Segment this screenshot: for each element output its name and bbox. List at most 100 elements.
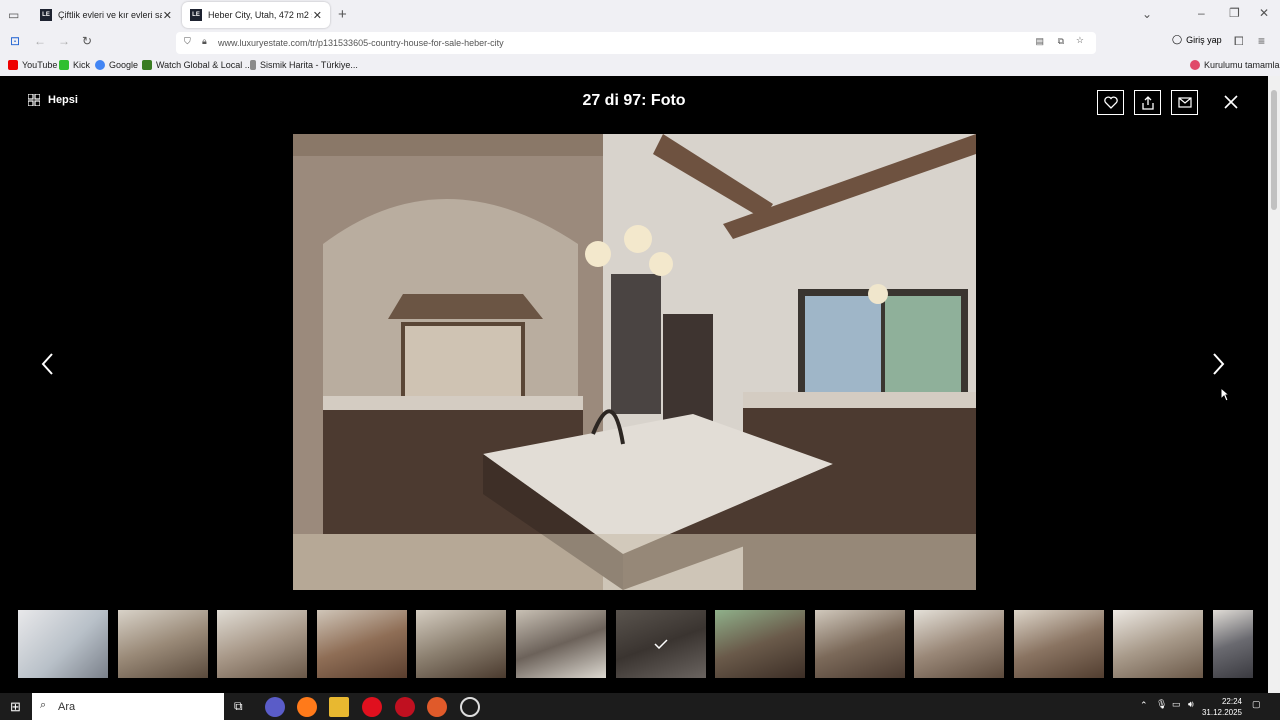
chevron-up-icon[interactable]: ⌃ [1140, 700, 1148, 711]
microphone-icon[interactable]: 🎙︎ [1156, 699, 1167, 710]
tab-strip: ▭ LE Çiftlik evleri ve kır evleri satılı… [0, 0, 1280, 30]
extensions-icon[interactable]: ⧠ [1234, 34, 1244, 49]
bookmark-sismik-harita[interactable]: Sismik Harita - Türkiye... [250, 60, 358, 70]
notifications-icon[interactable]: ▢ [1252, 699, 1261, 710]
site-favicon: LE [40, 9, 52, 21]
thumbnail[interactable] [118, 610, 208, 678]
new-tab-icon[interactable]: + [338, 6, 347, 23]
url-text: www.luxuryestate.com/tr/p131533605-count… [218, 38, 504, 48]
taskbar-search[interactable]: ⌕ Ara [32, 693, 224, 720]
chevron-left-icon [41, 353, 53, 375]
thumbnail[interactable] [1113, 610, 1203, 678]
thumbnail[interactable] [18, 610, 108, 678]
photo-viewer: Hepsi 27 di 97: Foto [0, 76, 1268, 693]
next-photo-button[interactable] [1212, 351, 1226, 383]
chevron-down-icon[interactable]: ⌄ [1142, 7, 1152, 21]
copilot-app-icon[interactable] [265, 697, 285, 717]
lock-icon[interactable]: 🔒︎ [202, 36, 207, 47]
minimize-icon[interactable]: – [1198, 6, 1205, 20]
heart-icon [1103, 96, 1118, 109]
close-tab-icon[interactable]: ✕ [163, 9, 172, 22]
thumbnail[interactable] [815, 610, 905, 678]
file-explorer-icon[interactable] [329, 697, 349, 717]
bookmark-label: Kick [73, 60, 91, 70]
system-clock[interactable]: 22:24 31.12.2025 [1202, 696, 1242, 718]
share-button[interactable] [1134, 90, 1161, 115]
opera-app-icon[interactable] [362, 697, 382, 717]
tab-label: Çiftlik evleri ve kır evleri satılık - L… [58, 10, 162, 20]
tab-list-icon[interactable]: ▭ [8, 8, 19, 22]
steam-app-icon[interactable] [460, 697, 480, 717]
bookmark-youtube[interactable]: YouTube [8, 60, 57, 70]
page-scrollbar[interactable] [1268, 76, 1280, 693]
window-close-icon[interactable]: ✕ [1259, 6, 1269, 20]
maximize-icon[interactable]: ❐ [1229, 6, 1240, 20]
checkmark-icon [654, 639, 668, 649]
youtube-icon [8, 60, 18, 70]
mouse-cursor-icon [1220, 387, 1230, 402]
bookmark-google[interactable]: Google [95, 60, 138, 70]
favorite-button[interactable] [1097, 90, 1124, 115]
url-bar[interactable]: ⛉ 🔒︎ www.luxuryestate.com/tr/p131533605-… [176, 32, 1096, 54]
thumbnail[interactable] [1014, 610, 1104, 678]
bookmark-complete-setup[interactable]: Kurulumu tamamla [1190, 60, 1280, 70]
bookmark-label: Kurulumu tamamla [1204, 60, 1280, 70]
forward-icon[interactable]: → [58, 34, 70, 48]
task-view-icon[interactable]: ⧉ [234, 699, 243, 714]
tab-listing[interactable]: LE Çiftlik evleri ve kır evleri satılık … [32, 2, 180, 28]
tv-icon [142, 60, 152, 70]
reader-mode-icon[interactable]: ▤ [1035, 36, 1044, 47]
thumbnail[interactable] [516, 610, 606, 678]
reload-icon[interactable]: ↻ [82, 34, 92, 48]
previous-photo-button[interactable] [40, 351, 54, 383]
nav-bar: ⊡ ← → ↻ ⛉ 🔒︎ www.luxuryestate.com/tr/p13… [0, 30, 1280, 56]
search-placeholder: Ara [58, 700, 76, 713]
tab-heber-city[interactable]: LE Heber City, Utah, 472 m2 satılık k...… [182, 2, 330, 28]
bookmark-label: Google [109, 60, 139, 70]
email-button[interactable] [1171, 90, 1198, 115]
windows-start-icon[interactable]: ⊞ [10, 699, 21, 715]
bookmarks-bar: YouTube Kick Google Watch Global & Local… [0, 56, 1280, 76]
network-icon[interactable]: ▭ [1172, 699, 1181, 710]
kitchen-photo-image [293, 134, 976, 590]
scrollbar-thumb[interactable] [1271, 90, 1277, 210]
thumbnail[interactable] [1213, 610, 1253, 678]
main-photo [293, 134, 976, 590]
close-tab-icon[interactable]: ✕ [313, 9, 322, 22]
bookmark-star-icon[interactable]: ☆ [1076, 35, 1084, 46]
firefox-dev-app-icon[interactable] [427, 697, 447, 717]
bookmark-label: Watch Global & Local ... [156, 60, 253, 70]
thumbnail-strip[interactable] [18, 610, 1258, 678]
account-button[interactable]: ◯ Giriş yap [1172, 34, 1222, 45]
sidebar-icon[interactable]: ⊡ [10, 34, 20, 48]
menu-icon[interactable]: ≡ [1258, 34, 1265, 48]
thumbnail[interactable] [914, 610, 1004, 678]
thumbnail[interactable] [715, 610, 805, 678]
kick-icon [59, 60, 69, 70]
close-viewer-button[interactable] [1224, 92, 1238, 115]
browser-chrome: ▭ LE Çiftlik evleri ve kır evleri satılı… [0, 0, 1280, 76]
shield-icon[interactable]: ⛉ [184, 36, 191, 47]
volume-icon[interactable]: 🔊︎ [1188, 699, 1194, 710]
share-icon [1141, 95, 1154, 110]
search-icon: ⌕ [40, 699, 47, 711]
firefox-app-icon[interactable] [297, 697, 317, 717]
taskbar: ⊞ ⌕ Ara ⧉ ⌃ 🎙︎ ▭ 🔊︎ 22:24 31.12.2025 ▢ [0, 693, 1280, 720]
signin-label: Giriş yap [1186, 34, 1222, 45]
close-icon [1224, 95, 1238, 109]
tab-label: Heber City, Utah, 472 m2 satılık k... [208, 10, 312, 20]
pin-icon [250, 60, 256, 70]
back-icon[interactable]: ← [34, 34, 46, 48]
thumbnail[interactable] [217, 610, 307, 678]
google-icon [95, 60, 105, 70]
thumbnail-selected[interactable] [616, 610, 706, 678]
thumbnail[interactable] [317, 610, 407, 678]
translate-icon[interactable]: ⧉ [1058, 36, 1064, 47]
bookmark-watch-global[interactable]: Watch Global & Local ... [142, 60, 252, 70]
chevron-right-icon [1213, 353, 1225, 375]
opera-gx-app-icon[interactable] [395, 697, 415, 717]
bookmark-label: Sismik Harita - Türkiye... [260, 60, 358, 70]
thumbnail[interactable] [416, 610, 506, 678]
clock-time: 22:24 [1221, 697, 1242, 706]
bookmark-kick[interactable]: Kick [59, 60, 90, 70]
